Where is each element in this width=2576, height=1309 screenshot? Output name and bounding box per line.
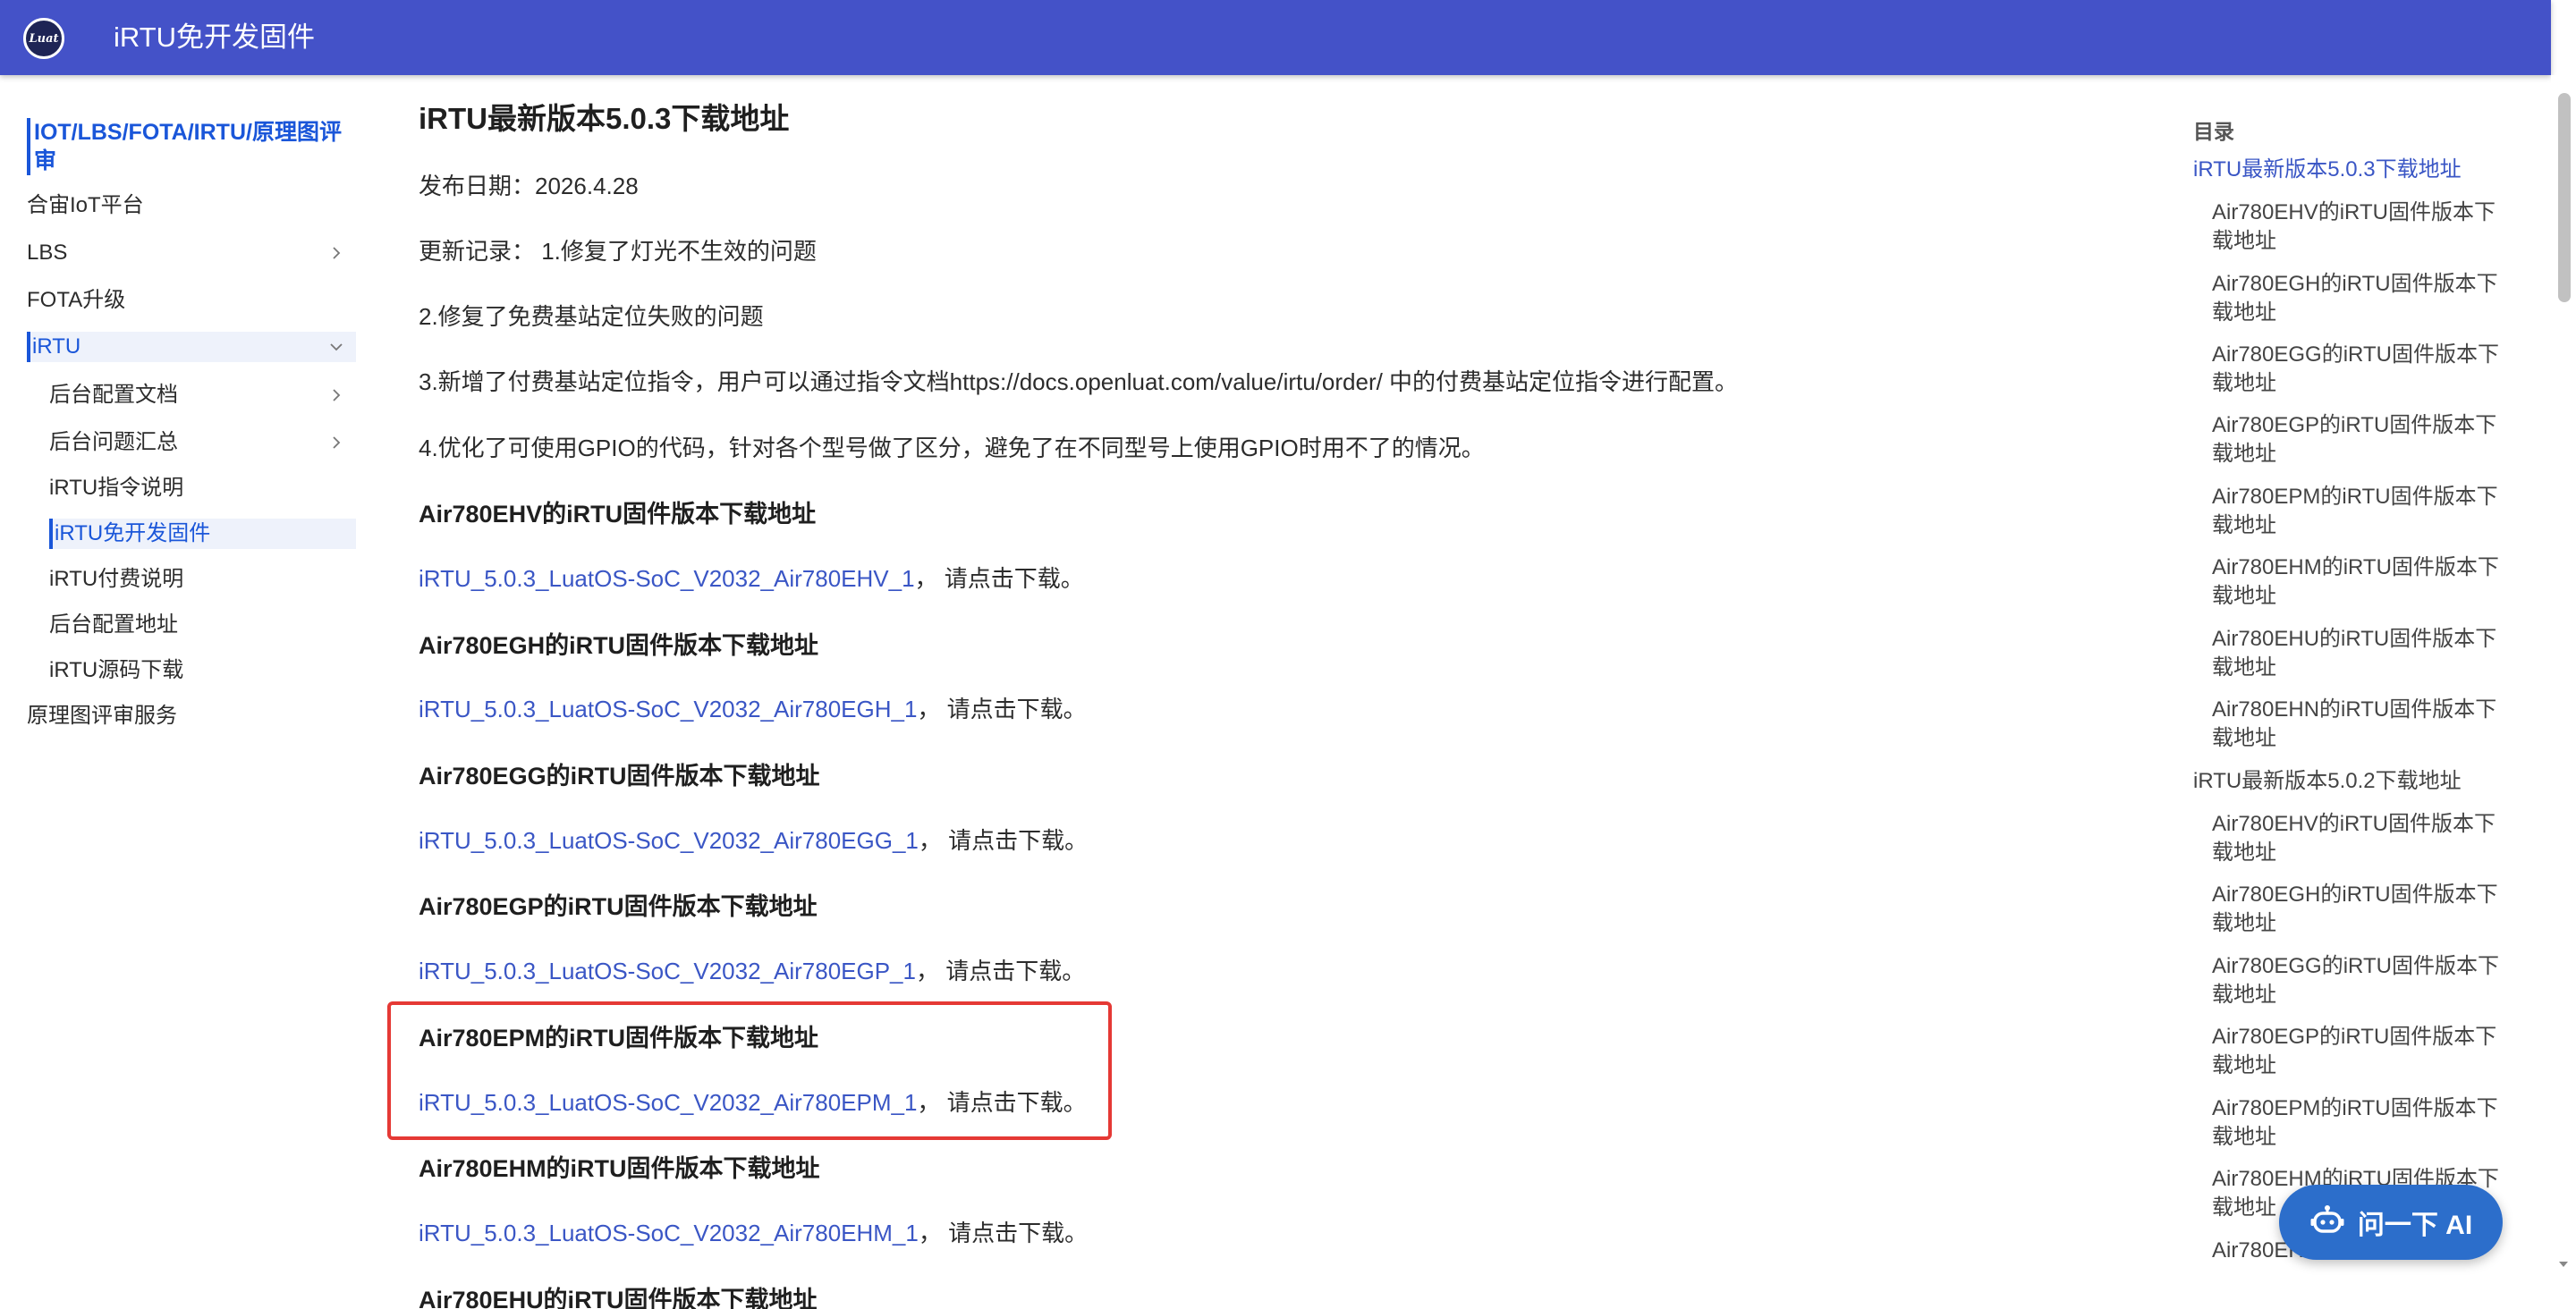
scrollbar-thumb[interactable]: [2558, 93, 2571, 302]
toc-item[interactable]: Air780EHV的iRTU固件版本下载地址: [2212, 810, 2515, 867]
sidebar-item-label: iRTU指令说明: [49, 476, 184, 500]
changelog-line: 2.修复了免费基站定位失败的问题: [419, 303, 764, 330]
download-link-egp[interactable]: iRTU_5.0.3_LuatOS-SoC_V2032_Air780EGP_1: [419, 958, 916, 984]
ask-ai-label: 问一下 AI: [2357, 1211, 2473, 1240]
toc-item[interactable]: Air780EGP的iRTU固件版本下载地址: [2212, 411, 2515, 469]
sidebar-item-label: 合宙IoT平台: [27, 193, 144, 217]
sidebar-item-backend-address[interactable]: 后台配置地址: [49, 610, 356, 640]
changelog-line: 3.新增了付费基站定位指令，用户可以通过指令文档https://docs.ope…: [419, 368, 1739, 395]
toc-item[interactable]: Air780EGG的iRTU固件版本下载地址: [2212, 341, 2515, 398]
site-title[interactable]: iRTU免开发固件: [114, 18, 315, 57]
chevron-right-icon: [326, 427, 347, 458]
toc-item[interactable]: Air780EHN的iRTU固件版本下载地址: [2212, 696, 2515, 753]
download-suffix: ， 请点击下载。: [918, 827, 1089, 854]
logo-text: Luat: [29, 31, 59, 46]
download-line-egp: iRTU_5.0.3_LuatOS-SoC_V2032_Air780EGP_1，…: [419, 953, 1085, 986]
luat-logo[interactable]: Luat: [23, 18, 64, 59]
download-suffix: ， 请点击下载。: [914, 565, 1084, 592]
sidebar-item-label: 原理图评审服务: [27, 704, 177, 728]
download-heading-ehv: Air780EHV的iRTU固件版本下载地址: [419, 501, 817, 528]
download-link-egh[interactable]: iRTU_5.0.3_LuatOS-SoC_V2032_Air780EGH_1: [419, 696, 917, 722]
toc-item[interactable]: Air780EPM的iRTU固件版本下载地址: [2212, 1094, 2515, 1152]
toc-item[interactable]: Air780EPM的iRTU固件版本下载地址: [2212, 483, 2515, 540]
highlight-box: [387, 1001, 1112, 1140]
toc-item[interactable]: Air780EGH的iRTU固件版本下载地址: [2212, 881, 2515, 938]
toc-item[interactable]: Air780EHU的iRTU固件版本下载地址: [2212, 625, 2515, 682]
sidebar-item-irtu-commands[interactable]: iRTU指令说明: [49, 473, 356, 503]
changelog-line: 4.优化了可使用GPIO的代码，针对各个型号做了区分，避免了在不同型号上使用GP…: [419, 435, 1485, 461]
table-of-contents: 目录 iRTU最新版本5.0.3下载地址 Air780EHV的iRTU固件版本下…: [2193, 111, 2515, 1273]
sidebar-item-label: FOTA升级: [27, 288, 126, 312]
sidebar-item-irtu-firmware[interactable]: iRTU免开发固件: [49, 519, 356, 549]
toc-item[interactable]: iRTU最新版本5.0.3下载地址: [2193, 156, 2506, 184]
download-line-ehm: iRTU_5.0.3_LuatOS-SoC_V2032_Air780EHM_1，…: [419, 1215, 1088, 1248]
sidebar-item-irtu-source[interactable]: iRTU源码下载: [49, 655, 356, 686]
download-heading-egh: Air780EGH的iRTU固件版本下载地址: [419, 632, 819, 659]
scroll-down-arrow-icon[interactable]: [2555, 1255, 2572, 1273]
download-suffix: ， 请点击下载。: [918, 1220, 1089, 1246]
ask-ai-button[interactable]: 问一下 AI: [2279, 1185, 2503, 1260]
chevron-right-icon: [326, 238, 347, 268]
download-line-ehv: iRTU_5.0.3_LuatOS-SoC_V2032_Air780EHV_1，…: [419, 561, 1084, 594]
sidebar-item-backend-faq[interactable]: 后台问题汇总: [49, 427, 356, 458]
sidebar-item-label: 后台配置地址: [49, 612, 178, 637]
sidebar-item-label: 后台配置文档: [49, 383, 178, 407]
download-suffix: ， 请点击下载。: [917, 696, 1087, 722]
release-date: 发布日期：2026.4.28: [419, 173, 639, 199]
download-line-egh: iRTU_5.0.3_LuatOS-SoC_V2032_Air780EGH_1，…: [419, 691, 1087, 724]
sidebar-item-label: iRTU源码下载: [49, 658, 184, 682]
sidebar-item-schematic-review[interactable]: 原理图评审服务: [27, 701, 356, 731]
sidebar-item-label: iRTU免开发固件: [55, 521, 211, 545]
page-title: iRTU最新版本5.0.3下载地址: [419, 102, 790, 135]
sidebar-item-label: iRTU付费说明: [49, 567, 184, 591]
sidebar-item-lbs[interactable]: LBS: [27, 238, 356, 268]
sidebar-item-label: iRTU: [32, 334, 81, 359]
changelog-line: 更新记录： 1.修复了灯光不生效的问题: [419, 238, 817, 265]
sidebar-item-fota[interactable]: FOTA升级: [27, 285, 356, 316]
sidebar-item-label: 后台问题汇总: [49, 430, 178, 454]
toc-item[interactable]: Air780EGP的iRTU固件版本下载地址: [2212, 1023, 2515, 1080]
toc-item[interactable]: Air780EHM的iRTU固件版本下载地址: [2212, 553, 2515, 611]
download-heading-egp: Air780EGP的iRTU固件版本下载地址: [419, 893, 818, 920]
sidebar-item-irtu-payment[interactable]: iRTU付费说明: [49, 564, 356, 595]
toc-title: 目录: [2193, 120, 2234, 143]
download-line-egg: iRTU_5.0.3_LuatOS-SoC_V2032_Air780EGG_1，…: [419, 823, 1088, 856]
left-sidebar: IOT/LBS/FOTA/IRTU/原理图评审 合宙IoT平台 LBS FOTA…: [0, 75, 376, 1309]
sidebar-item-backend-docs[interactable]: 后台配置文档: [49, 380, 356, 410]
download-heading-ehu: Air780EHU的iRTU固件版本下载地址: [419, 1287, 818, 1309]
sidebar-section-title[interactable]: IOT/LBS/FOTA/IRTU/原理图评审: [27, 118, 349, 175]
toc-item[interactable]: Air780EGH的iRTU固件版本下载地址: [2212, 270, 2515, 327]
chevron-down-icon: [326, 332, 347, 362]
sidebar-item-label: LBS: [27, 241, 68, 265]
toc-item[interactable]: iRTU最新版本5.0.2下载地址: [2193, 767, 2506, 796]
chevron-right-icon: [326, 380, 347, 410]
download-link-ehv[interactable]: iRTU_5.0.3_LuatOS-SoC_V2032_Air780EHV_1: [419, 565, 915, 592]
toc-item[interactable]: Air780EHV的iRTU固件版本下载地址: [2212, 198, 2515, 256]
toc-item[interactable]: Air780EGG的iRTU固件版本下载地址: [2212, 952, 2515, 1009]
download-heading-ehm: Air780EHM的iRTU固件版本下载地址: [419, 1155, 820, 1182]
download-heading-egg: Air780EGG的iRTU固件版本下载地址: [419, 763, 820, 790]
download-suffix: ， 请点击下载。: [915, 958, 1086, 984]
robot-icon: [2309, 1201, 2345, 1244]
page-scrollbar[interactable]: [2551, 75, 2576, 1309]
top-navbar: Luat iRTU免开发固件: [0, 0, 2551, 75]
download-link-ehm[interactable]: iRTU_5.0.3_LuatOS-SoC_V2032_Air780EHM_1: [419, 1220, 919, 1246]
sidebar-item-irtu[interactable]: iRTU: [27, 332, 356, 362]
sidebar-item-iot-platform[interactable]: 合宙IoT平台: [27, 190, 356, 221]
download-link-egg[interactable]: iRTU_5.0.3_LuatOS-SoC_V2032_Air780EGG_1: [419, 827, 919, 854]
